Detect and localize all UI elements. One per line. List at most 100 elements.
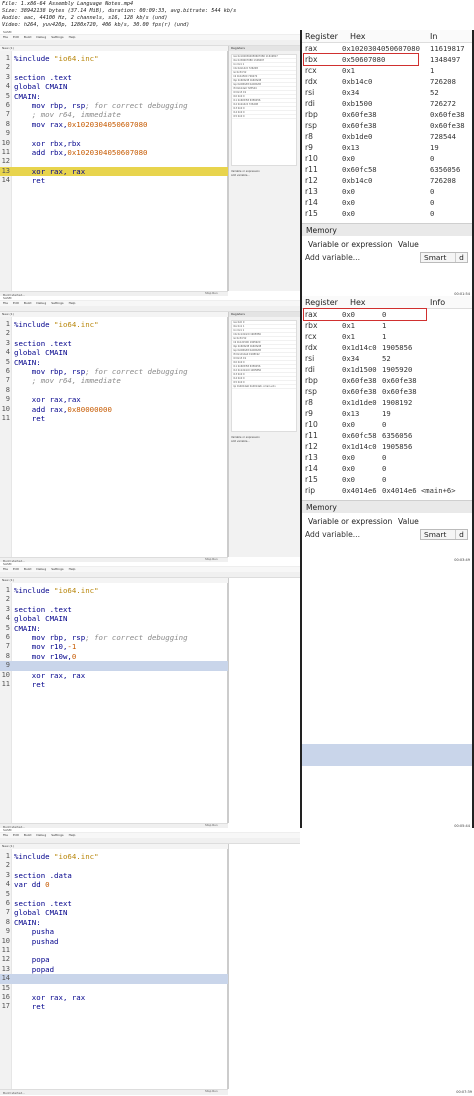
line-number: 14 — [1, 176, 10, 185]
menu-item-build[interactable]: Build — [24, 35, 32, 39]
menu-item-build[interactable]: Build — [24, 567, 32, 571]
add-variable-input[interactable]: Add variable... — [305, 528, 360, 541]
menu-item-edit[interactable]: Edit — [13, 567, 19, 571]
menu-item-help[interactable]: Help — [69, 567, 76, 571]
register-hex: 0x1d14c0 — [342, 442, 377, 451]
code-line: 16 xor rax, rax — [0, 993, 228, 1002]
menu-item-file[interactable]: File — [3, 833, 8, 837]
display-format-select[interactable]: Smart d — [420, 252, 468, 263]
code-editor[interactable]: 1 %include "io64.inc" 2 3 section .data 4 var … — [0, 849, 228, 1089]
highlight-box — [303, 308, 427, 321]
code-editor[interactable]: 1 %include "io64.inc" 2 3 section .text 4 glob… — [0, 51, 228, 291]
register-hex: 0x13 — [342, 409, 360, 418]
code-line: 1 %include "io64.inc" — [0, 54, 228, 63]
code-text: ret — [14, 176, 46, 186]
menu-item-help[interactable]: Help — [69, 35, 76, 39]
format-dropdown-button[interactable]: d — [455, 530, 467, 539]
code-text: CMAIN: — [14, 91, 41, 101]
line-number: 14 — [1, 974, 10, 983]
side-panel — [228, 578, 300, 823]
register-hex: 0x4014e6 — [342, 486, 377, 495]
register-name: r8 — [305, 398, 313, 407]
file-info-header: File: 1.x86-64 Assembly Language Notes.m… — [0, 0, 474, 30]
register-hex: 0xb14c0 — [342, 176, 373, 185]
display-format-select[interactable]: Smart d — [420, 529, 468, 540]
mini-add-variable[interactable]: Add variable... — [231, 174, 297, 178]
code-editor[interactable]: 1 %include "io64.inc" 2 3 section .text 4 glob… — [0, 317, 228, 557]
mini-add-variable[interactable]: Add variable... — [231, 440, 297, 444]
register-row-rip: rip 0x4014e6 0x4014e6 <main+6> — [302, 485, 472, 496]
line-number: 7 — [5, 908, 10, 917]
menu-item-file[interactable]: File — [3, 301, 8, 305]
memory-header: Memory — [302, 500, 472, 513]
register-value: 0 — [430, 209, 435, 218]
code-line: 4 global CMAIN — [0, 614, 228, 623]
code-line: 17 ret — [0, 1002, 228, 1011]
menu-item-help[interactable]: Help — [69, 301, 76, 305]
register-value: 6356056 — [430, 165, 461, 174]
register-row-r13: r13 0x0 0 — [302, 186, 472, 197]
menu-item-file[interactable]: File — [3, 35, 8, 39]
code-text: %include "io64.inc" — [14, 852, 99, 861]
run-stop-buttons[interactable]: Stop Run — [205, 1089, 225, 1094]
menu-item-edit[interactable]: Edit — [13, 35, 19, 39]
menu-item-debug[interactable]: Debug — [36, 35, 46, 39]
code-text: mov rbp, rsp; for correct debugging — [14, 633, 188, 642]
code-line: 5 CMAIN: — [0, 358, 228, 367]
menu-item-settings[interactable]: Settings — [51, 35, 63, 39]
register-hex: 0x0 — [342, 209, 355, 218]
code-line: 6 mov rbp, rsp; for correct debugging — [0, 633, 228, 642]
line-number: 13 — [1, 166, 10, 175]
line-number: 2 — [5, 329, 10, 338]
register-hex: 0x1 — [342, 66, 355, 75]
format-dropdown-button[interactable]: d — [455, 253, 467, 262]
register-row-rcx: rcx 0x1 1 — [302, 65, 472, 76]
number-literal: 0 — [45, 880, 50, 890]
code-line: 10 pushad — [0, 937, 228, 946]
register-hex: 0x34 — [342, 354, 360, 363]
register-hex: 0x60fc58 — [342, 431, 377, 440]
register-row-r12: r12 0x1d14c0 1905856 — [302, 441, 472, 452]
code-line: 12 — [0, 157, 228, 166]
menu-item-edit[interactable]: Edit — [13, 833, 19, 837]
code-line: 2 — [0, 595, 228, 604]
line-number: 12 — [1, 157, 10, 166]
menu-item-help[interactable]: Help — [69, 833, 76, 837]
menu-item-file[interactable]: File — [3, 567, 8, 571]
register-name: rsi — [305, 354, 315, 363]
register-value: 0x4014e6 <main+6> — [382, 486, 456, 495]
code-text: ; mov r64, immediate — [14, 376, 121, 385]
menu-item-build[interactable]: Build — [24, 833, 32, 837]
code-text: section .text — [14, 72, 72, 82]
code-line: 6 section .text — [0, 899, 228, 908]
code-editor[interactable]: 1 %include "io64.inc" 2 3 section .text 4 glob… — [0, 583, 228, 823]
register-value: 1905920 — [382, 365, 413, 374]
line-number: 13 — [1, 964, 10, 973]
register-name: r9 — [305, 409, 313, 418]
menu-item-debug[interactable]: Debug — [36, 301, 46, 305]
code-line: 5 CMAIN: — [0, 624, 228, 633]
string-literal: "io64.inc" — [54, 852, 99, 861]
code-text: xor rbx,rbx — [14, 138, 81, 148]
menu-item-debug[interactable]: Debug — [36, 833, 46, 837]
register-value: 19 — [382, 409, 391, 418]
menu-item-build[interactable]: Build — [24, 301, 32, 305]
code-text: xor rax, rax — [14, 166, 86, 176]
menu-item-settings[interactable]: Settings — [51, 833, 63, 837]
code-comment: ; mov r64, immediate — [31, 376, 121, 386]
line-number: 10 — [1, 936, 10, 945]
add-variable-input[interactable]: Add variable... — [305, 251, 360, 264]
line-number: 3 — [5, 604, 10, 613]
menu-item-settings[interactable]: Settings — [51, 301, 63, 305]
code-line: 9 pusha — [0, 927, 228, 936]
menu-item-edit[interactable]: Edit — [13, 301, 19, 305]
register-value: 0 — [430, 187, 435, 196]
register-row-r14: r14 0x0 0 — [302, 463, 472, 474]
menu-item-settings[interactable]: Settings — [51, 567, 63, 571]
register-name: rsi — [305, 88, 315, 97]
register-row-r9: r9 0x13 19 — [302, 408, 472, 419]
menu-item-debug[interactable]: Debug — [36, 567, 46, 571]
code-line: 3 section .text — [0, 339, 228, 348]
register-name: r13 — [305, 187, 318, 196]
mini-register-row: r15 0x0 0 — [232, 115, 296, 119]
